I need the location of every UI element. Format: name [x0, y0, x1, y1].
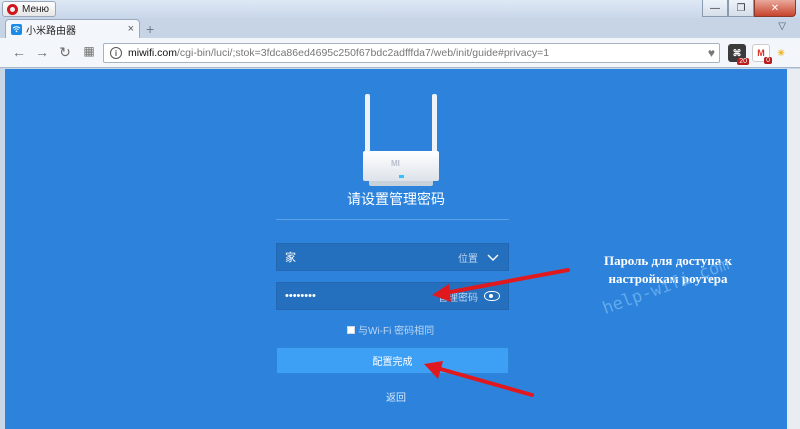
same-as-wifi-checkbox[interactable] [347, 325, 355, 334]
bookmark-heart-icon[interactable]: ♥ [708, 46, 715, 60]
page-title: 请设置管理密码 [347, 191, 445, 207]
router-antenna-right [432, 94, 437, 154]
chevron-down-icon [484, 250, 502, 264]
weather-sun-icon[interactable]: ☀ [772, 44, 790, 62]
router-logo: MI [391, 159, 400, 168]
opera-menu-button[interactable]: Меню [2, 1, 57, 17]
speed-dial-grid-icon[interactable]: ▦ [80, 44, 98, 58]
router-setup-page: MI 请设置管理密码 家 位置 •••••••• 管理密码 与Wi-Fi 密码相… [5, 69, 787, 429]
router-base [369, 181, 433, 186]
same-as-wifi-option[interactable]: 与Wi-Fi 密码相同 [347, 322, 434, 337]
page-scrollbar[interactable] [787, 69, 800, 429]
address-bar[interactable]: i miwifi.com /cgi-bin/luci/;stok=3fdca86… [103, 43, 720, 63]
password-hint: 管理密码 [438, 292, 478, 304]
back-arrow-icon[interactable]: ← [10, 44, 28, 60]
admin-password-field[interactable]: •••••••• 管理密码 [276, 282, 509, 310]
reload-icon[interactable]: ↻ [56, 44, 74, 61]
close-window-button[interactable]: ✕ [754, 0, 796, 17]
browser-toolbar: ← → ↻ ▦ i miwifi.com /cgi-bin/luci/;stok… [0, 38, 800, 68]
forward-arrow-icon[interactable]: → [33, 44, 51, 60]
finish-setup-button[interactable]: 配置完成 [276, 347, 509, 374]
extension-1-icon[interactable]: ⌘ 20 [728, 44, 749, 65]
annotation-line-1: Пароль для доступа к [603, 253, 733, 268]
window-controls: — ❐ ✕ [702, 0, 796, 17]
location-value: 家 [285, 252, 296, 264]
extension-1-badge: 20 [737, 58, 749, 65]
gmail-icon[interactable]: M 0 [752, 44, 772, 64]
site-info-icon[interactable]: i [110, 47, 122, 59]
gmail-badge: 0 [764, 57, 772, 64]
same-as-wifi-label: 与Wi-Fi 密码相同 [358, 326, 435, 337]
router-led [399, 175, 404, 178]
title-divider [276, 219, 509, 220]
wifi-favicon-icon [11, 23, 22, 35]
new-tab-button[interactable]: + [146, 21, 154, 37]
url-host: miwifi.com [128, 47, 177, 59]
url-path: /cgi-bin/luci/;stok=3fdca86ed4695c250f67… [177, 47, 550, 59]
tab-bar: 小米路由器 × + ▽ [0, 18, 800, 38]
tab-title: 小米路由器 [26, 25, 76, 37]
location-select[interactable]: 家 位置 [276, 243, 509, 271]
maximize-button[interactable]: ❐ [728, 0, 754, 17]
password-value: •••••••• [285, 290, 316, 302]
minimize-button[interactable]: — [702, 0, 728, 17]
gmail-label: M [757, 48, 765, 58]
show-password-eye-icon[interactable] [484, 291, 500, 301]
back-link[interactable]: 返回 [5, 389, 787, 404]
location-hint: 位置 [458, 253, 478, 265]
tab-close-icon[interactable]: × [128, 23, 134, 35]
tab-menu-icon[interactable]: ▽ [778, 21, 786, 32]
router-body: MI [363, 151, 439, 181]
opera-menu-label: Меню [22, 3, 50, 15]
router-illustration: MI [359, 94, 443, 189]
router-antenna-left [365, 94, 370, 154]
window-titlebar: Меню — ❐ ✕ [0, 0, 800, 18]
opera-logo-icon [7, 3, 18, 15]
tab-miwifi[interactable]: 小米路由器 × [5, 19, 140, 38]
